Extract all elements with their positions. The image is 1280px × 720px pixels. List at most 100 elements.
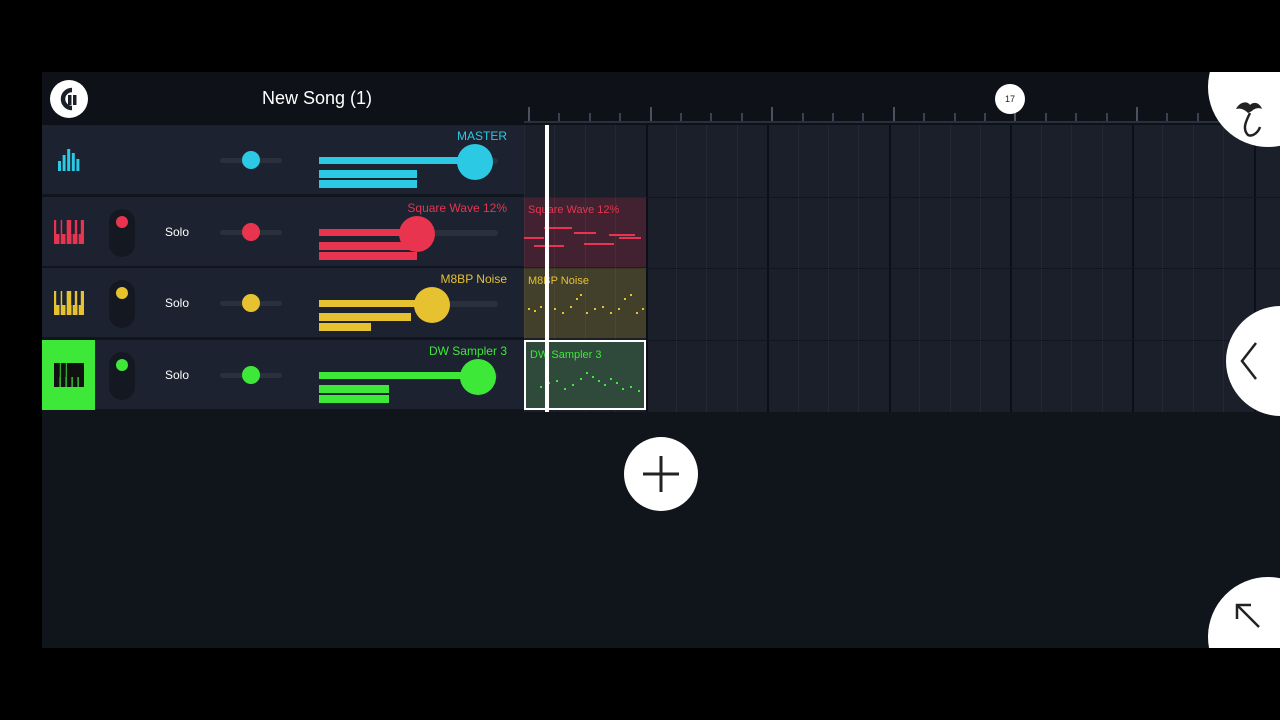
- note: [616, 381, 618, 384]
- pan-knob[interactable]: [242, 294, 260, 312]
- ruler-tick: [1105, 113, 1108, 121]
- ruler-baseline: [524, 121, 1280, 123]
- ruler-tick: [923, 113, 926, 121]
- chevron-left-icon: [1240, 342, 1257, 380]
- note: [598, 379, 600, 382]
- timeline-ruler[interactable]: [524, 96, 1280, 125]
- pattern-clip[interactable]: Square Wave 12%: [524, 196, 646, 267]
- track-row[interactable]: Solo M8BP Noise: [42, 268, 524, 338]
- pattern-label: M8BP Noise: [528, 275, 589, 287]
- ruler-tick: [619, 113, 622, 121]
- mute-led: [116, 358, 128, 371]
- level-meter-right: [319, 251, 417, 260]
- ruler-tick: [771, 107, 774, 121]
- level-meter-left: [319, 313, 411, 321]
- note: [622, 387, 624, 390]
- note: [534, 310, 536, 312]
- solo-button[interactable]: Solo: [165, 368, 189, 382]
- note: [572, 383, 574, 386]
- master-mixer-button[interactable]: [42, 125, 95, 195]
- note: [562, 312, 564, 314]
- note: [638, 389, 640, 392]
- ruler-tick: [1196, 113, 1199, 121]
- ruler-tick: [984, 113, 986, 121]
- note: [554, 308, 556, 310]
- solo-button[interactable]: Solo: [165, 296, 189, 310]
- piano-keys-icon: [53, 362, 84, 387]
- pattern-label: Square Wave 12%: [528, 203, 620, 216]
- note: [630, 385, 632, 388]
- ruler-tick: [710, 113, 713, 121]
- note: [540, 385, 542, 388]
- pattern-label: DW Sampler 3: [530, 348, 602, 361]
- note: [580, 377, 582, 380]
- track-name: DW Sampler 3: [428, 343, 507, 358]
- note: [580, 294, 582, 296]
- note: [610, 377, 612, 380]
- note: [528, 308, 530, 310]
- volume-fill: [319, 371, 478, 379]
- instrument-button[interactable]: [42, 268, 95, 338]
- level-meter-left: [319, 170, 417, 178]
- mute-switch[interactable]: [109, 280, 135, 328]
- app-window: New Song (1) 17 MASTER Solo Square Wave 12…: [42, 72, 1280, 648]
- mute-switch[interactable]: [109, 208, 135, 257]
- plus-icon: [643, 456, 679, 492]
- note: [540, 306, 542, 308]
- pattern-clip[interactable]: DW Sampler 3: [524, 339, 646, 410]
- ruler-tick: [1044, 113, 1047, 121]
- track-row[interactable]: MASTER: [42, 125, 524, 195]
- pan-knob[interactable]: [242, 222, 260, 241]
- mute-switch[interactable]: [109, 351, 135, 400]
- ruler-tick: [1075, 113, 1078, 121]
- expand-panel-button[interactable]: [1208, 577, 1280, 648]
- note: [576, 298, 578, 300]
- note: [594, 308, 596, 310]
- track-row[interactable]: Solo Square Wave 12%: [42, 196, 524, 267]
- ruler-tick: [953, 113, 956, 121]
- add-track-button[interactable]: [624, 437, 698, 511]
- ruler-tick: [862, 113, 865, 121]
- note: [564, 387, 566, 390]
- level-meter-right: [319, 180, 417, 188]
- note: [630, 294, 632, 296]
- playhead[interactable]: [545, 125, 549, 412]
- pan-knob[interactable]: [242, 151, 260, 169]
- playlist-grid[interactable]: Square Wave 12% M8BP Noise DW Sampler 3: [524, 125, 1280, 412]
- ruler-tick: [1166, 113, 1169, 121]
- level-meter-left: [319, 384, 389, 393]
- volume-fill: [319, 157, 475, 164]
- volume-knob[interactable]: [460, 358, 496, 395]
- note: [592, 375, 594, 378]
- note: [618, 308, 620, 310]
- volume-knob[interactable]: [457, 144, 493, 180]
- track-row[interactable]: Solo DW Sampler 3: [42, 339, 524, 410]
- pattern-clip[interactable]: M8BP Noise: [524, 268, 646, 338]
- pan-knob[interactable]: [242, 365, 260, 384]
- note: [604, 383, 606, 386]
- arrow-up-left-icon: [1235, 603, 1260, 628]
- level-meter-right: [319, 323, 371, 331]
- solo-button[interactable]: Solo: [165, 225, 189, 239]
- piano-keys-icon: [53, 291, 84, 315]
- ruler-tick: [740, 113, 743, 121]
- piano-keys-icon: [53, 219, 84, 244]
- note: [586, 371, 588, 374]
- track-name: MASTER: [456, 129, 507, 143]
- ruler-tick: [528, 107, 530, 121]
- note: [556, 379, 558, 382]
- bar-marker[interactable]: 17: [995, 84, 1025, 114]
- note: [524, 236, 544, 239]
- ruler-tick: [801, 113, 804, 121]
- instrument-button[interactable]: [42, 339, 95, 410]
- main-menu-button[interactable]: [50, 80, 88, 118]
- instrument-button[interactable]: [42, 197, 95, 267]
- song-title[interactable]: New Song (1): [262, 88, 372, 109]
- ruler-tick: [680, 113, 682, 121]
- note: [609, 233, 635, 236]
- volume-knob[interactable]: [414, 287, 450, 323]
- level-meter-left: [319, 241, 417, 250]
- mute-led: [116, 215, 128, 228]
- ruler-tick: [892, 107, 895, 121]
- mixer-bars-icon: [57, 149, 79, 171]
